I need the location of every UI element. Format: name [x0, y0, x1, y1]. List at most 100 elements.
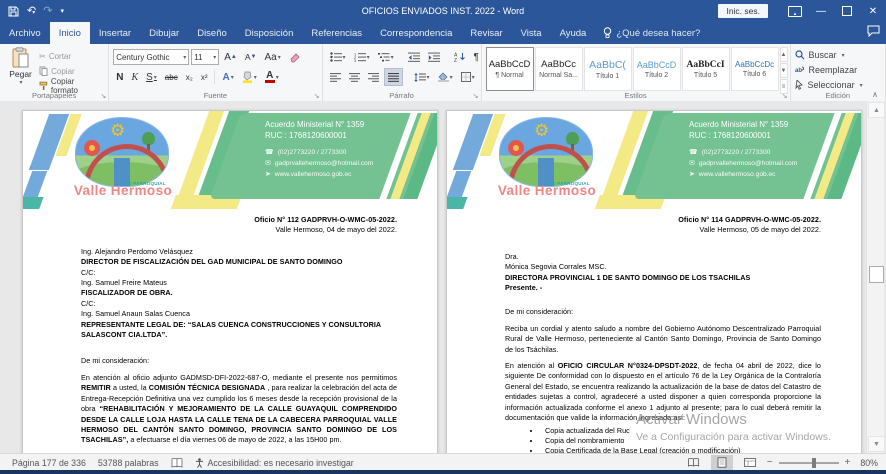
document-page-2[interactable]: Acuerdo Ministerial N° 1359 RUC : 176812… [446, 110, 862, 453]
zoom-out-button[interactable]: − [767, 457, 773, 468]
svg-text:ab: ab [795, 68, 802, 74]
font-family-combo[interactable]: Century Gothic▾ [113, 49, 189, 65]
proofing-book-icon [171, 458, 183, 468]
status-bar: Página 177 de 336 53788 palabras Accesib… [0, 453, 886, 471]
borders-button[interactable]: ▾ [458, 69, 478, 85]
word-count[interactable]: 53788 palabras [98, 458, 159, 468]
styles-scroll-down[interactable]: ▼ [780, 63, 788, 78]
print-layout-button[interactable] [711, 455, 733, 470]
show-marks-button[interactable]: ¶ [471, 49, 482, 65]
redo-icon[interactable]: ↷ [43, 6, 52, 17]
copy-icon [39, 66, 48, 76]
clipboard-dialog-launcher[interactable]: ↘ [100, 92, 106, 100]
accessibility-status[interactable]: Accesibilidad: es necesario investigar [195, 458, 354, 468]
address-block: Ing. Alejandro Perdomo VelásquezDIRECTOR… [81, 247, 397, 341]
style-normal[interactable]: AaBbCcD¶ Normal [486, 47, 534, 91]
font-color-button[interactable]: A ▾ [262, 69, 282, 85]
paste-button[interactable]: Pegar ▾ [4, 47, 37, 91]
save-icon[interactable] [8, 6, 19, 17]
subscript-button[interactable]: x₂ [183, 69, 196, 85]
minimize-button[interactable]: — [808, 0, 834, 22]
zoom-in-button[interactable]: + [845, 457, 851, 468]
zoom-level[interactable]: 80% [860, 458, 878, 468]
clear-formatting-button[interactable] [286, 49, 303, 65]
phone-icon: ☎ [689, 148, 698, 158]
restore-button[interactable] [834, 0, 860, 22]
align-center-button[interactable] [346, 69, 363, 85]
superscript-button[interactable]: x² [198, 69, 211, 85]
grow-font-button[interactable]: A▲ [221, 49, 240, 65]
highlight-color-button[interactable]: ▾ [239, 69, 260, 85]
customize-qat-icon[interactable]: ▾ [60, 8, 64, 15]
align-left-button[interactable] [327, 69, 344, 85]
vertical-scrollbar[interactable]: ▲ ▼ [866, 101, 884, 453]
tab-revisar[interactable]: Revisar [461, 22, 511, 44]
tell-me-box[interactable]: ¿Qué desea hacer? [595, 22, 708, 44]
tab-dibujar[interactable]: Dibujar [140, 22, 188, 44]
document-page-1[interactable]: Acuerdo Ministerial N° 1359 RUC : 176812… [22, 110, 438, 453]
tab-diseno[interactable]: Diseño [188, 22, 236, 44]
style-titulo-5[interactable]: AaBbCcITítulo 5 [682, 47, 730, 91]
bullets-button[interactable]: ▾ [327, 49, 349, 65]
undo-icon[interactable]: ↶▾ [27, 6, 35, 17]
date-line: Valle Hermoso, 04 de mayo del 2022. [81, 225, 397, 235]
cut-button[interactable]: ✂Cortar [37, 49, 104, 63]
tab-vista[interactable]: Vista [512, 22, 551, 44]
eraser-icon [289, 52, 300, 63]
tab-ayuda[interactable]: Ayuda [551, 22, 596, 44]
sign-in-button[interactable]: Inic. ses. [718, 4, 768, 18]
bold-button[interactable]: N [113, 69, 126, 85]
close-button[interactable]: ✕ [860, 0, 886, 22]
find-button[interactable]: Buscar▾ [795, 48, 881, 62]
style-titulo-2[interactable]: AaBbCcDTítulo 2 [633, 47, 681, 91]
styles-dialog-launcher[interactable]: ↘ [782, 92, 788, 100]
scroll-down-arrow[interactable]: ▼ [868, 436, 885, 452]
phone-icon: ☎ [265, 148, 274, 158]
proofing-status[interactable] [171, 458, 183, 468]
style-titulo-1[interactable]: AaBbC(Título 1 [584, 47, 632, 91]
paragraph-dialog-launcher[interactable]: ↘ [473, 92, 479, 100]
sort-button[interactable]: AZ [451, 49, 469, 65]
page-indicator[interactable]: Página 177 de 336 [12, 458, 86, 468]
text-effects-button[interactable]: A▾ [219, 69, 236, 85]
increase-indent-button[interactable] [425, 49, 443, 65]
shrink-font-button[interactable]: A▼ [242, 49, 260, 65]
justify-button[interactable] [384, 68, 403, 86]
tab-archivo[interactable]: Archivo [0, 22, 50, 44]
email-icon: ✉ [689, 159, 695, 169]
tab-inicio[interactable]: Inicio [50, 22, 90, 44]
tab-correspondencia[interactable]: Correspondencia [371, 22, 461, 44]
body-paragraph: En atención al oficio adjunto GADMSD-DFI… [81, 373, 397, 446]
multilevel-list-button[interactable]: ▾ [375, 49, 397, 65]
scroll-up-arrow[interactable]: ▲ [868, 102, 885, 118]
replace-button[interactable]: ab Reemplazar [795, 63, 881, 77]
shading-button[interactable]: ▾ [435, 69, 456, 85]
align-right-button[interactable] [365, 69, 382, 85]
copy-button[interactable]: Copiar [37, 64, 104, 78]
scrollbar-thumb[interactable] [869, 266, 884, 283]
zoom-slider[interactable] [779, 462, 839, 464]
collapse-ribbon-icon[interactable]: ∧ [872, 90, 878, 99]
underline-button[interactable]: S▾ [143, 69, 160, 85]
change-case-button[interactable]: Aa▾ [261, 49, 283, 65]
line-spacing-button[interactable]: ▾ [411, 69, 433, 85]
tab-referencias[interactable]: Referencias [302, 22, 371, 44]
zoom-slider-thumb[interactable] [812, 458, 816, 468]
styles-scroll-up[interactable]: ▲ [780, 47, 788, 62]
tab-insertar[interactable]: Insertar [90, 22, 140, 44]
ribbon-display-options-icon[interactable]: ▴ [782, 0, 808, 22]
font-size-combo[interactable]: 11▾ [191, 49, 219, 65]
italic-button[interactable]: K [128, 69, 141, 85]
salutation: De mi consideración: [505, 307, 821, 317]
web-layout-button[interactable] [739, 455, 761, 470]
tab-disposicion[interactable]: Disposición [236, 22, 303, 44]
font-dialog-launcher[interactable]: ↘ [314, 92, 320, 100]
style-normal-sa[interactable]: AaBbCcNormal Sa... [535, 47, 583, 91]
select-button[interactable]: Seleccionar▾ [795, 78, 881, 92]
read-mode-button[interactable] [683, 455, 705, 470]
strikethrough-button[interactable]: abc [162, 69, 181, 85]
decrease-indent-button[interactable] [405, 49, 423, 65]
style-titulo-6[interactable]: AaBbCcDcTítulo 6 [731, 47, 779, 91]
comments-icon[interactable] [867, 25, 880, 37]
numbering-button[interactable]: 123▾ [351, 49, 373, 65]
